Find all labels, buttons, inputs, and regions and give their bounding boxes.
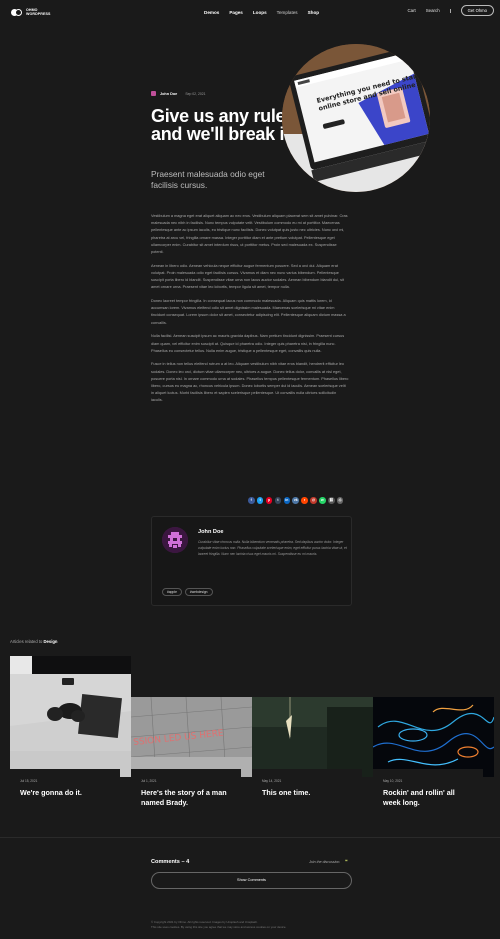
twitter-icon[interactable]: t [256, 497, 264, 504]
article-body: Vestibulum a magna eget erat aliquet ali… [151, 213, 349, 411]
related-card[interactable]: SSION LED US HERE Jul 1, 2021 Here's the… [131, 697, 252, 807]
hero-image: Everything you need to start an online s… [282, 44, 430, 192]
nav-item[interactable]: Demos [204, 10, 219, 15]
email-icon[interactable]: @ [310, 497, 317, 504]
body-paragraph: Vestibulum a magna eget erat aliquet ali… [151, 214, 348, 255]
page-subtitle: Praesent malesuada odio eget facilisis c… [151, 169, 265, 190]
search-link[interactable]: Search [426, 8, 440, 13]
tumblr-icon[interactable]: t [274, 497, 282, 504]
vk-icon[interactable]: vk [292, 497, 299, 504]
related-card[interactable]: Jul 15, 2021 We're gonna do it. [10, 656, 131, 798]
tag-link[interactable]: #webdesign [184, 588, 213, 596]
nav-item[interactable]: Templates [277, 10, 298, 15]
print-icon[interactable]: ⎙ [336, 497, 344, 504]
related-heading: Articles related to Design [10, 639, 58, 644]
related-card[interactable]: May 14, 2021 This one time. [252, 697, 373, 807]
nav-item[interactable]: Pages [229, 10, 243, 15]
body-paragraph: Fusce in tellus non tellus eleifend rutr… [151, 362, 349, 403]
related-image [373, 697, 494, 777]
post-meta: John Doe Sep 02, 2021 [151, 91, 206, 96]
site-logo[interactable]: OHMO WORDPRESS [11, 8, 51, 17]
related-category[interactable]: Design [44, 639, 58, 644]
post-date: Sep 02, 2021 [185, 91, 206, 96]
share-buttons: f t p t in vk r @ w ⛓ ⎙ [248, 497, 344, 504]
header-actions: Cart Search Get Ohmo [407, 5, 494, 16]
author-name[interactable]: John Doe [198, 529, 223, 535]
body-paragraph: Aenean in libero odio. Aenean vehicula n… [151, 263, 344, 290]
show-comments-button[interactable]: Show Comments [151, 872, 352, 889]
site-header: OHMO WORDPRESS Demos Pages Loops Templates S… [0, 0, 500, 26]
link-icon[interactable]: ⛓ [328, 497, 335, 504]
related-image [252, 697, 373, 777]
cart-link[interactable]: Cart [407, 8, 415, 13]
post-author[interactable]: John Doe [160, 92, 177, 96]
chat-bubbles-icon: ❝ [345, 859, 348, 865]
related-image: SSION LED US HERE [131, 697, 252, 777]
related-title[interactable]: This one time. [262, 788, 352, 798]
related-image [10, 656, 131, 777]
author-bio: Curabitur vitae rhoncus nulla. Nulla bib… [198, 540, 347, 556]
related-date: May 10, 2021 [383, 779, 403, 783]
linkedin-icon[interactable]: in [283, 497, 291, 504]
related-date: May 14, 2021 [262, 779, 282, 783]
logo-mark-icon [11, 9, 22, 17]
body-paragraph: Nulla facilisi. Aenean suscipit ipsum ac… [151, 334, 345, 353]
related-title[interactable]: We're gonna do it. [20, 788, 110, 798]
related-date: Jul 15, 2021 [20, 779, 38, 783]
footer-cookie-notice: This site uses cookies. By using this si… [151, 924, 287, 929]
tag-link[interactable]: #apple [162, 588, 182, 596]
site-footer: © Copyright 2021 by Ohmo. All rights res… [151, 920, 331, 929]
author-avatar-icon [151, 91, 156, 96]
section-divider [0, 837, 500, 838]
pinterest-icon[interactable]: p [265, 497, 273, 504]
reddit-icon[interactable]: r [301, 497, 308, 504]
get-ohmo-button[interactable]: Get Ohmo [460, 5, 494, 16]
author-box: John Doe Curabitur vitae rhoncus nulla. … [151, 516, 352, 606]
main-nav: Demos Pages Loops Templates Shop [204, 10, 319, 15]
related-title[interactable]: Rockin' and rollin' all week long. [383, 788, 473, 807]
post-tags: #apple #webdesign [162, 588, 213, 596]
related-title[interactable]: Here's the story of a man named Brady. [141, 788, 231, 807]
related-date: Jul 1, 2021 [141, 779, 157, 783]
menu-dots-icon[interactable] [449, 8, 451, 13]
page-title: Give us any rule and we'll break it. [151, 106, 295, 144]
nav-item[interactable]: Loops [253, 10, 267, 15]
nav-item[interactable]: Shop [308, 10, 319, 15]
related-card[interactable]: May 10, 2021 Rockin' and rollin' all wee… [373, 697, 494, 807]
facebook-icon[interactable]: f [248, 497, 255, 504]
logo-line2: WORDPRESS [26, 11, 51, 16]
join-discussion-text: Join the discussion. [309, 860, 341, 864]
comments-title: Comments – 4 [151, 859, 190, 865]
author-avatar[interactable] [162, 527, 188, 553]
body-paragraph: Donec laoreet tempor fringilla. In conse… [151, 299, 346, 325]
whatsapp-icon[interactable]: w [319, 497, 326, 504]
